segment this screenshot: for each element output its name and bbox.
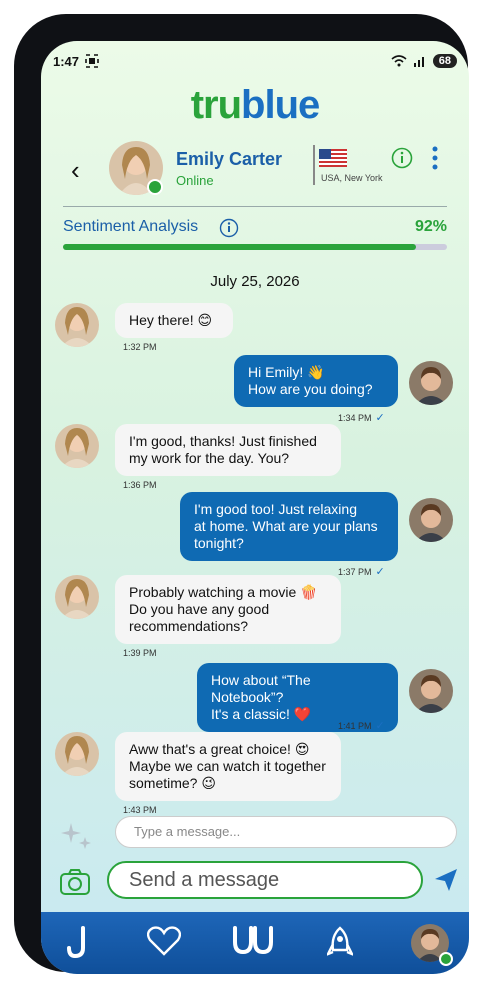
us-flag-icon (319, 149, 347, 167)
contact-name[interactable]: Emily Carter (176, 149, 282, 170)
incoming-message[interactable]: Hey there! 😊 (115, 303, 233, 338)
sentiment-value: 92% (414, 218, 447, 235)
screenshot-icon (85, 54, 99, 68)
message-time: 1:43 PM (123, 805, 157, 815)
suggestion-input[interactable]: Type a message... (115, 816, 457, 848)
phone-frame: 1:47 68 trublue ‹ Emily Carter Online US… (14, 14, 469, 974)
message-time: 1:34 PM ✓ (338, 412, 385, 424)
contact-message-avatar[interactable] (55, 303, 99, 347)
logo-blue-text: blue (241, 83, 320, 127)
send-icon[interactable] (433, 867, 459, 893)
my-avatar[interactable] (409, 498, 453, 542)
online-indicator (147, 179, 163, 195)
read-check-icon: ✓ (375, 412, 385, 424)
battery-badge: 68 (432, 54, 457, 68)
screen: 1:47 68 trublue ‹ Emily Carter Online US… (41, 41, 469, 974)
sentiment-bar (63, 244, 447, 250)
more-vertical-icon[interactable] (431, 145, 439, 171)
rocket-icon[interactable] (327, 926, 353, 958)
contact-message-avatar[interactable] (55, 575, 99, 619)
info-icon[interactable] (391, 147, 413, 169)
message-input[interactable]: Send a message (107, 861, 423, 899)
signal-icon (413, 57, 424, 67)
app-logo: trublue (41, 83, 469, 128)
outgoing-message[interactable]: Hi Emily! 👋 How are you doing? (234, 355, 398, 407)
trublue-logo-icon[interactable] (231, 926, 275, 956)
sentiment-info-icon[interactable] (219, 218, 239, 238)
heart-icon[interactable] (147, 926, 181, 956)
incoming-message[interactable]: I'm good, thanks! Just finished my work … (115, 424, 341, 476)
incoming-message[interactable]: Probably watching a movie 🍿 Do you have … (115, 575, 341, 644)
message-time: 1:41 PM ✓ (338, 720, 385, 732)
message-time: 1:32 PM (123, 342, 157, 352)
bottom-nav (41, 912, 469, 974)
sparkle-icon[interactable] (61, 819, 93, 853)
wifi-icon (391, 55, 407, 67)
sentiment-label: Sentiment Analysis (63, 218, 199, 235)
profile-online-indicator (439, 952, 453, 966)
message-time: 1:36 PM (123, 480, 157, 490)
contact-message-avatar[interactable] (55, 732, 99, 776)
conversation-date: July 25, 2026 (210, 273, 300, 290)
my-avatar[interactable] (409, 669, 453, 713)
status-time: 1:47 (53, 53, 80, 69)
chat-header: ‹ Emily Carter Online USA, New York (51, 137, 459, 201)
status-bar: 1:47 68 (53, 51, 457, 71)
header-divider (63, 206, 447, 207)
contact-message-avatar[interactable] (55, 424, 99, 468)
camera-icon[interactable] (59, 868, 91, 896)
sentiment-row: Sentiment Analysis 92% (63, 218, 447, 238)
message-time: 1:39 PM (123, 648, 157, 658)
read-check-icon: ✓ (375, 566, 385, 578)
chevron-left-icon[interactable]: ‹ (71, 155, 80, 186)
outgoing-message[interactable]: I'm good too! Just relaxing at home. Wha… (180, 492, 398, 561)
logo-green-text: tru (190, 83, 242, 127)
message-time: 1:37 PM ✓ (338, 566, 385, 578)
sentiment-bar-fill (63, 244, 417, 250)
incoming-message[interactable]: Aww that's a great choice! 😍 Maybe we ca… (115, 732, 341, 801)
my-avatar[interactable] (409, 361, 453, 405)
contact-status: Online (176, 173, 214, 188)
header-separator (313, 145, 315, 185)
contact-location: USA, New York (321, 173, 383, 183)
read-check-icon: ✓ (375, 720, 385, 732)
nav-j-icon[interactable] (67, 926, 93, 958)
